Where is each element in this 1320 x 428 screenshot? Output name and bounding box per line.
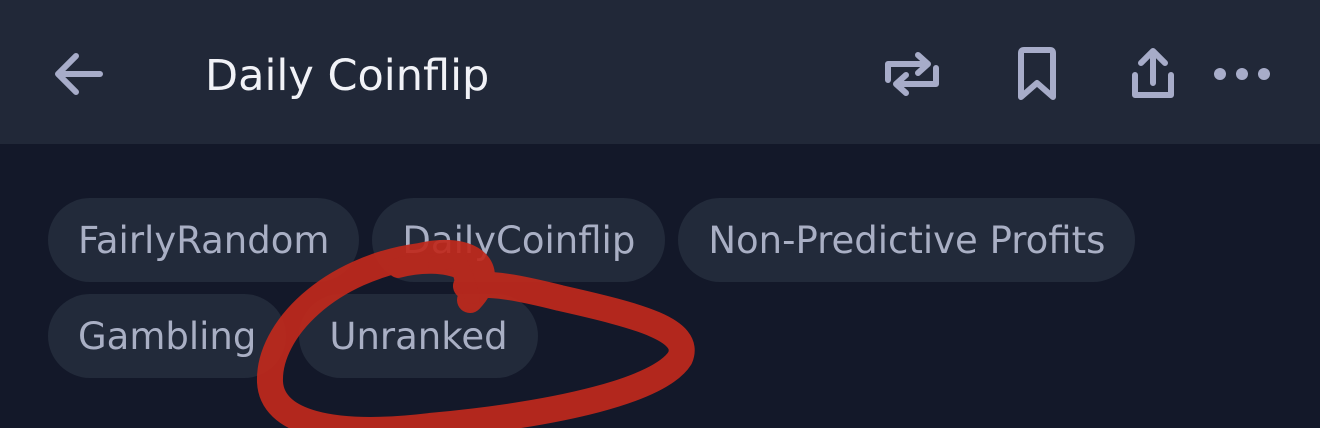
share-button[interactable]	[1115, 36, 1191, 112]
repost-button[interactable]	[874, 36, 950, 112]
page-title: Daily Coinflip	[205, 51, 490, 101]
share-icon	[1132, 48, 1174, 98]
tag-row: Gambling Unranked	[48, 294, 1288, 378]
tag-non-predictive-profits[interactable]: Non-Predictive Profits	[678, 198, 1136, 282]
tag-unranked[interactable]: Unranked	[299, 294, 538, 378]
bookmark-icon	[1018, 47, 1056, 100]
more-button[interactable]	[1204, 36, 1280, 112]
repost-icon	[885, 52, 939, 96]
arrow-left-icon	[55, 53, 103, 95]
tag-dailycoinflip[interactable]: DailyCoinflip	[372, 198, 666, 282]
back-button[interactable]	[40, 36, 116, 112]
tag-row: FairlyRandom DailyCoinflip Non-Predictiv…	[48, 198, 1288, 282]
tag-fairlyrandom[interactable]: FairlyRandom	[48, 198, 360, 282]
more-horizontal-icon	[1214, 68, 1270, 80]
tag-gambling[interactable]: Gambling	[48, 294, 287, 378]
bookmark-button[interactable]	[999, 36, 1075, 112]
tag-list: FairlyRandom DailyCoinflip Non-Predictiv…	[48, 198, 1288, 390]
top-bar: Daily Coinflip	[0, 0, 1320, 144]
